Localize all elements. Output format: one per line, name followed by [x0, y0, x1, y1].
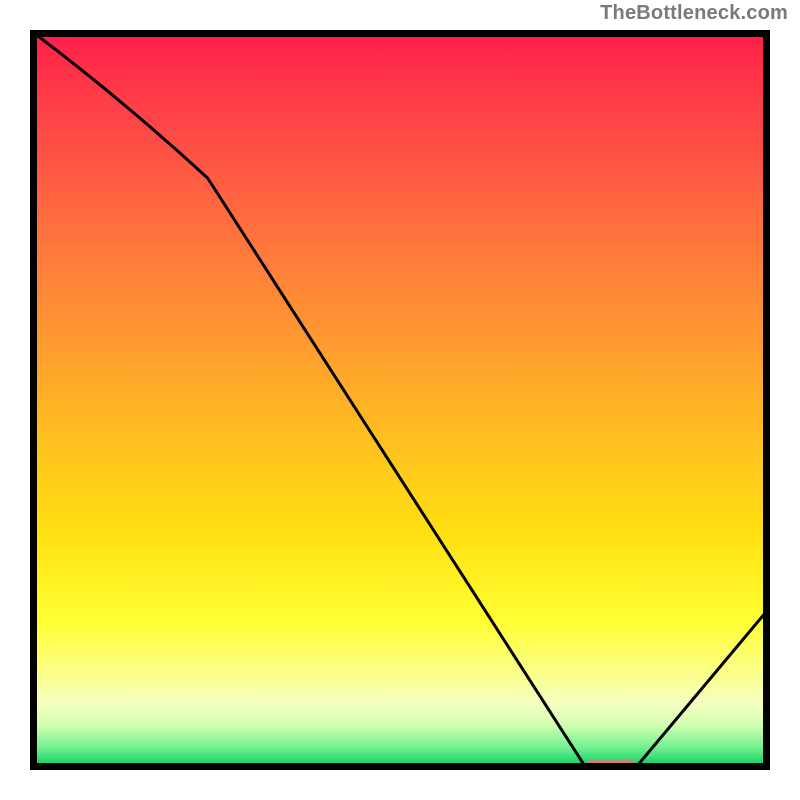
plot-frame	[30, 30, 770, 770]
attribution-text: TheBottleneck.com	[600, 2, 788, 25]
chart-area	[30, 30, 770, 770]
chart-svg	[30, 30, 770, 770]
bottleneck-curve	[30, 30, 770, 766]
